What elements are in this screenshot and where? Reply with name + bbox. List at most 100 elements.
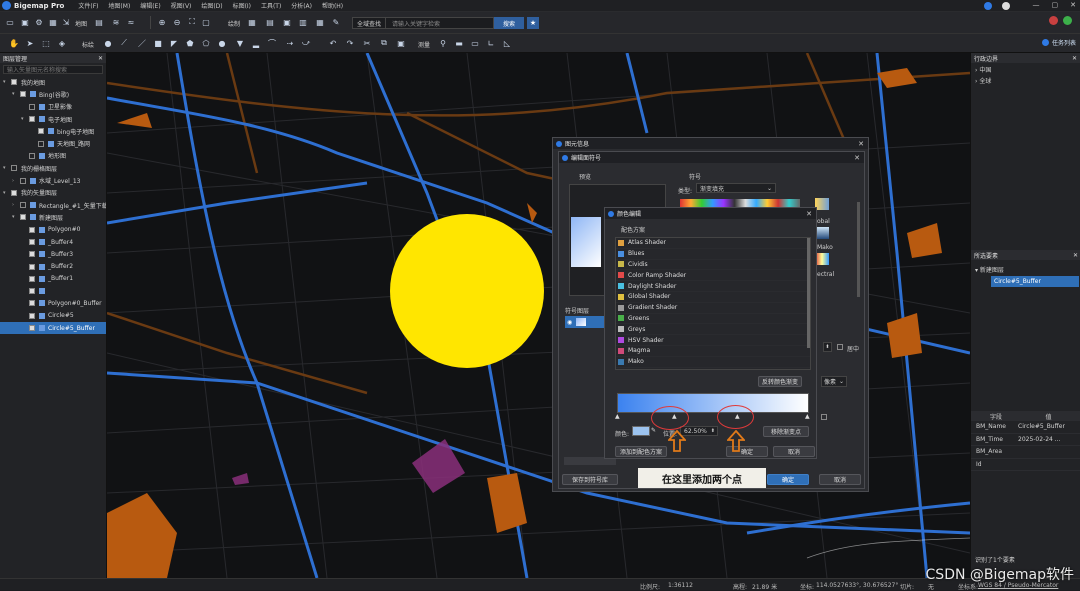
arrow-shape-icon[interactable]: ◤ (168, 37, 180, 49)
menu-mark[interactable]: 标图(I) (233, 3, 251, 10)
shader-list-item[interactable]: Gradient Shader (616, 303, 810, 314)
palette-scrollbar[interactable] (857, 202, 860, 297)
gradient-stop-end[interactable]: ▲ (805, 413, 810, 420)
layer-checkbox[interactable] (29, 313, 35, 319)
search-button[interactable]: 搜索 (494, 17, 524, 29)
layer-switch-icon[interactable]: ▤ (93, 16, 105, 28)
shader-list-scrollbar[interactable] (807, 238, 810, 348)
shader-list-item[interactable]: Greens (616, 314, 810, 325)
line-icon[interactable]: ／ (136, 37, 148, 49)
measure-point-icon[interactable]: ⚲ (437, 37, 449, 49)
attribute-row[interactable]: BM_NameCircle#5_Buffer (971, 421, 1080, 434)
selected-close-icon[interactable]: ✕ (1073, 252, 1078, 259)
redo-icon[interactable]: ↷ (344, 37, 356, 49)
gradient-palette-strip[interactable] (680, 199, 800, 207)
search-box[interactable]: 全域查找 请输入关键字检索 (352, 17, 494, 29)
expand-arrow-icon[interactable]: ▾ (3, 79, 9, 85)
fullscreen-icon[interactable]: ▢ (200, 16, 212, 28)
new-file-icon[interactable]: ▭ (4, 16, 16, 28)
table-icon[interactable]: ▦ (246, 16, 258, 28)
brush-icon[interactable]: ✎ (330, 16, 342, 28)
buffer-circle[interactable] (390, 214, 544, 368)
search-input[interactable]: 请输入关键字检索 (386, 19, 440, 28)
paste-icon[interactable]: ▣ (395, 37, 407, 49)
image-icon[interactable]: ▣ (281, 16, 293, 28)
pentagon-icon[interactable]: ⬠ (200, 37, 212, 49)
layer-tree-item[interactable]: 天地图_路网 (0, 137, 106, 149)
layer-checkbox[interactable] (11, 79, 17, 85)
layer-checkbox[interactable] (38, 141, 44, 147)
attribute-row[interactable]: BM_Area (971, 446, 1080, 459)
layer-tree-item[interactable]: ▾电子地图 (0, 113, 106, 125)
menu-help[interactable]: 帮助(H) (322, 3, 343, 10)
layer-tree-item[interactable] (0, 285, 106, 297)
favorite-icon[interactable]: ★ (527, 17, 539, 29)
palette-mako[interactable] (815, 227, 829, 239)
layer-tree-item[interactable]: Circle#5 (0, 310, 106, 322)
settings-icon[interactable]: ⚙ (33, 16, 45, 28)
symbol-cancel-button[interactable]: 取消 (819, 474, 861, 485)
expand-arrow-icon[interactable]: ▾ (12, 214, 18, 220)
select-pointer-icon[interactable]: ➤ (24, 37, 36, 49)
color-swatch[interactable] (632, 426, 650, 436)
menu-tools[interactable]: 工具(T) (261, 3, 281, 10)
grid-icon[interactable]: ▦ (47, 16, 59, 28)
task-list-button[interactable]: 任务列表 (1042, 38, 1076, 47)
admin-panel-close-icon[interactable]: ✕ (1072, 55, 1077, 62)
layer-checkbox[interactable] (29, 276, 35, 282)
layer-checkbox[interactable] (11, 190, 17, 196)
layer-tree-item[interactable]: ›Rectangle_#1_矢量下载(0) (0, 199, 106, 211)
layer-checkbox[interactable] (29, 325, 35, 331)
shader-list-item[interactable]: Color Ramp Shader (616, 270, 810, 281)
panel-close-icon[interactable]: ✕ (98, 55, 103, 62)
zoom-out-icon[interactable]: ⊖ (171, 16, 183, 28)
layer-checkbox[interactable] (38, 128, 44, 134)
circle-icon[interactable]: ● (216, 37, 228, 49)
menu-draw[interactable]: 绘图(D) (201, 3, 222, 10)
layer-checkbox[interactable] (29, 288, 35, 294)
account-icon[interactable] (984, 2, 992, 10)
color-cancel-button[interactable]: 取消 (773, 446, 815, 457)
zoom-extent-icon[interactable]: ⛶ (186, 16, 198, 28)
ruler-icon[interactable]: ▂ (250, 37, 262, 49)
copy-icon[interactable]: ⧉ (378, 37, 390, 49)
user-avatar[interactable] (1002, 2, 1010, 10)
export-icon[interactable]: ⇲ (60, 16, 72, 28)
shader-list-item[interactable]: Atlas Shader (616, 238, 810, 249)
layer-tree-item[interactable]: ▾我的栅格图层 (0, 162, 106, 174)
menu-file[interactable]: 文件(F) (78, 3, 98, 10)
save-icon[interactable]: ▣ (19, 16, 31, 28)
menu-analysis[interactable]: 分析(A) (291, 3, 312, 10)
attribute-row[interactable]: Id (971, 459, 1080, 472)
layer-tree-item[interactable]: _Buffer2 (0, 260, 106, 272)
curve-arrow-icon[interactable]: ⤻ (300, 37, 312, 49)
rectangle-icon[interactable]: ■ (152, 37, 164, 49)
layer-checkbox[interactable] (29, 239, 35, 245)
shader-list-item[interactable]: Mako (616, 357, 810, 368)
select-box-icon[interactable]: ⬚ (40, 37, 52, 49)
gradient-stop-start[interactable]: ▲ (615, 413, 620, 420)
reverse-gradient-button[interactable]: 反转颜色渐变 (758, 376, 802, 387)
terrain-icon[interactable]: ≈ (125, 16, 137, 28)
shader-list-item[interactable]: Blues (616, 249, 810, 260)
stepper[interactable]: ⬍ (823, 342, 832, 352)
admin-item-china[interactable]: › 中国 (975, 65, 1076, 76)
layer-checkbox[interactable] (29, 153, 35, 159)
menu-map[interactable]: 地图(M) (108, 3, 130, 10)
symbol-layer-row[interactable]: ◉ (565, 316, 607, 328)
layer-checkbox[interactable] (29, 300, 35, 306)
shader-list-item[interactable]: HSV Shader (616, 335, 810, 346)
layer-tree-item[interactable]: ▾新建图层 (0, 211, 106, 223)
attribute-row[interactable]: BM_Time2025-02-24 ... (971, 434, 1080, 447)
layer-checkbox[interactable] (29, 104, 35, 110)
admin-item-global[interactable]: › 全球 (975, 76, 1076, 87)
layers-icon[interactable]: ◈ (56, 37, 68, 49)
selected-feature-node[interactable]: Circle#5_Buffer (991, 276, 1079, 287)
measure-angle-icon[interactable]: ∟ (485, 37, 497, 49)
layer-search-input[interactable]: 输入矢量图元名称搜索 (3, 65, 103, 74)
polyline-icon[interactable]: ⟋ (118, 37, 130, 49)
layer-checkbox[interactable] (20, 91, 26, 97)
feature-info-close-icon[interactable]: ✕ (858, 140, 864, 148)
layer-tree-item[interactable]: 卫星影像 (0, 101, 106, 113)
remove-stop-button[interactable]: 移除渐变点 (763, 426, 809, 437)
